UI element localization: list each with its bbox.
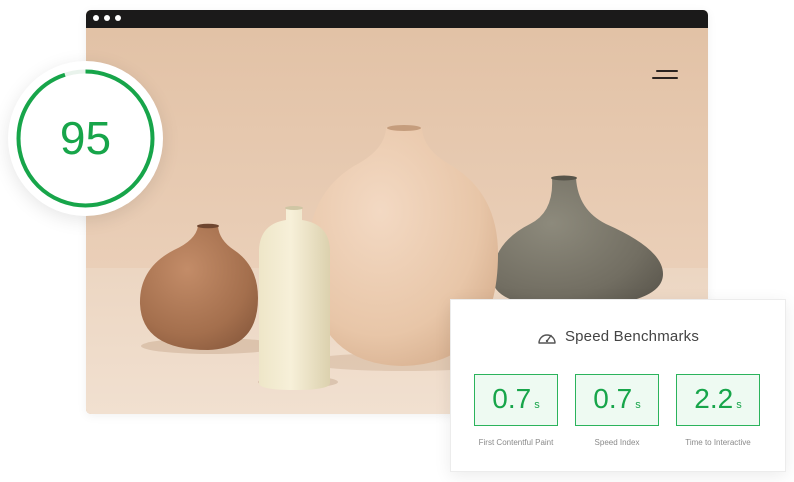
metric-value: 2.2 <box>694 383 734 414</box>
metric-unit: s <box>534 399 540 411</box>
metric-value-wrap: 2.2 s <box>677 383 759 415</box>
metric-label: Time to Interactive <box>685 438 751 447</box>
metric-unit: s <box>635 399 641 411</box>
benchmarks-title: Speed Benchmarks <box>564 328 700 345</box>
metric-label: Speed Index <box>594 438 640 447</box>
window-dot-1 <box>93 15 99 21</box>
metric-time-to-interactive: 2.2 s <box>676 374 760 426</box>
metric-value-wrap: 0.7 s <box>576 383 658 415</box>
metric-value: 0.7 <box>492 383 532 414</box>
marketing-illustration: 95 Speed Benchmarks 0.7 s First Contentfu… <box>0 0 794 482</box>
benchmarks-header: Speed Benchmarks <box>451 328 785 345</box>
metric-value-wrap: 0.7 s <box>475 383 557 415</box>
hamburger-menu-icon[interactable] <box>652 70 678 82</box>
browser-title-bar <box>86 10 708 28</box>
window-dot-2 <box>104 15 110 21</box>
menu-line-bottom <box>652 77 678 79</box>
metric-first-contentful-paint: 0.7 s <box>474 374 558 426</box>
speedometer-icon <box>538 333 556 344</box>
metric-label: First Contentful Paint <box>478 438 554 447</box>
performance-score: 95 <box>59 112 112 164</box>
window-dot-3 <box>115 15 121 21</box>
speed-benchmarks-card: Speed Benchmarks 0.7 s First Contentful P… <box>450 299 786 472</box>
metric-unit: s <box>736 399 742 411</box>
menu-line-top <box>656 70 678 72</box>
metric-value: 0.7 <box>593 383 633 414</box>
performance-score-card: 95 <box>8 61 163 216</box>
metric-speed-index: 0.7 s <box>575 374 659 426</box>
